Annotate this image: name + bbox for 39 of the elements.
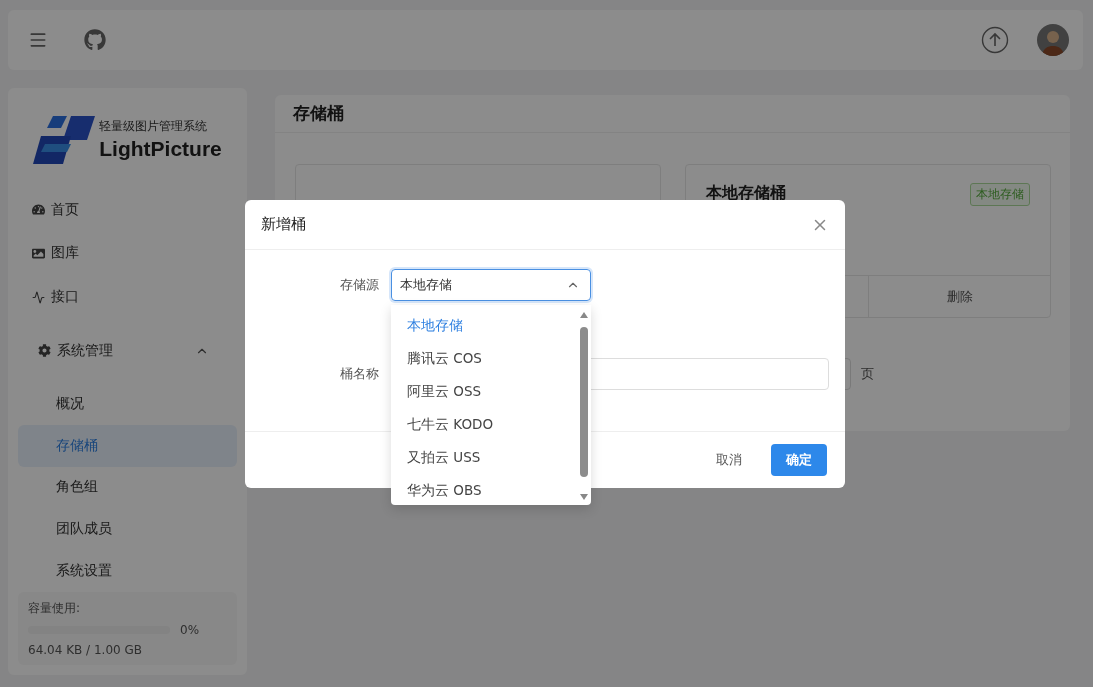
logo-icon: [33, 115, 96, 164]
usage-percent: 0%: [180, 623, 200, 637]
cancel-button[interactable]: 取消: [701, 444, 757, 476]
menu-item[interactable]: 接口: [18, 275, 237, 320]
dropdown-option[interactable]: 华为云 OBS: [391, 474, 591, 507]
upload-icon[interactable]: [981, 26, 1009, 54]
dropdown-option[interactable]: 阿里云 OSS: [391, 375, 591, 408]
confirm-button[interactable]: 确定: [771, 444, 827, 476]
dropdown-option[interactable]: 又拍云 USS: [391, 441, 591, 474]
dialog-title: 新增桶: [261, 215, 306, 234]
storage-select[interactable]: 本地存储: [391, 269, 591, 301]
dropdown-option[interactable]: 腾讯云 COS: [391, 342, 591, 375]
usage-label: 容量使用:: [28, 600, 82, 617]
avatar[interactable]: [1037, 24, 1069, 56]
menu-icon[interactable]: [28, 30, 48, 50]
logo-subtitle: 轻量级图片管理系统: [99, 118, 208, 136]
usage-amount: 64.04 KB / 1.00 GB: [28, 643, 143, 657]
menu-item[interactable]: 角色组: [18, 466, 237, 509]
dropdown-option[interactable]: 本地存储: [391, 309, 591, 342]
chart-icon: [32, 290, 45, 304]
field-label: 桶名称: [339, 365, 379, 383]
pager-suffix: 页: [861, 365, 874, 383]
page-title: 存储桶: [275, 95, 1070, 133]
image-icon: [32, 246, 45, 260]
card-title: 本地存储桶: [706, 183, 786, 204]
dropdown-option[interactable]: 七牛云 KODO: [391, 408, 591, 441]
menu-item[interactable]: 首页: [18, 187, 237, 232]
github-icon[interactable]: [84, 29, 106, 51]
menu-group[interactable]: 系统管理: [18, 319, 237, 383]
settings-icon: [38, 344, 51, 358]
menu-item[interactable]: 团队成员: [18, 508, 237, 551]
logo-text: LightPicture: [99, 137, 222, 162]
menu-item[interactable]: 系统设置: [18, 550, 237, 592]
menu-item[interactable]: 图库: [18, 231, 237, 276]
menu-item[interactable]: 概况: [18, 382, 237, 425]
field-label: 存储源: [339, 276, 379, 294]
storage-tag: 本地存储: [970, 183, 1030, 206]
gauge-icon: [32, 203, 45, 217]
delete-button[interactable]: 删除: [868, 276, 1050, 317]
